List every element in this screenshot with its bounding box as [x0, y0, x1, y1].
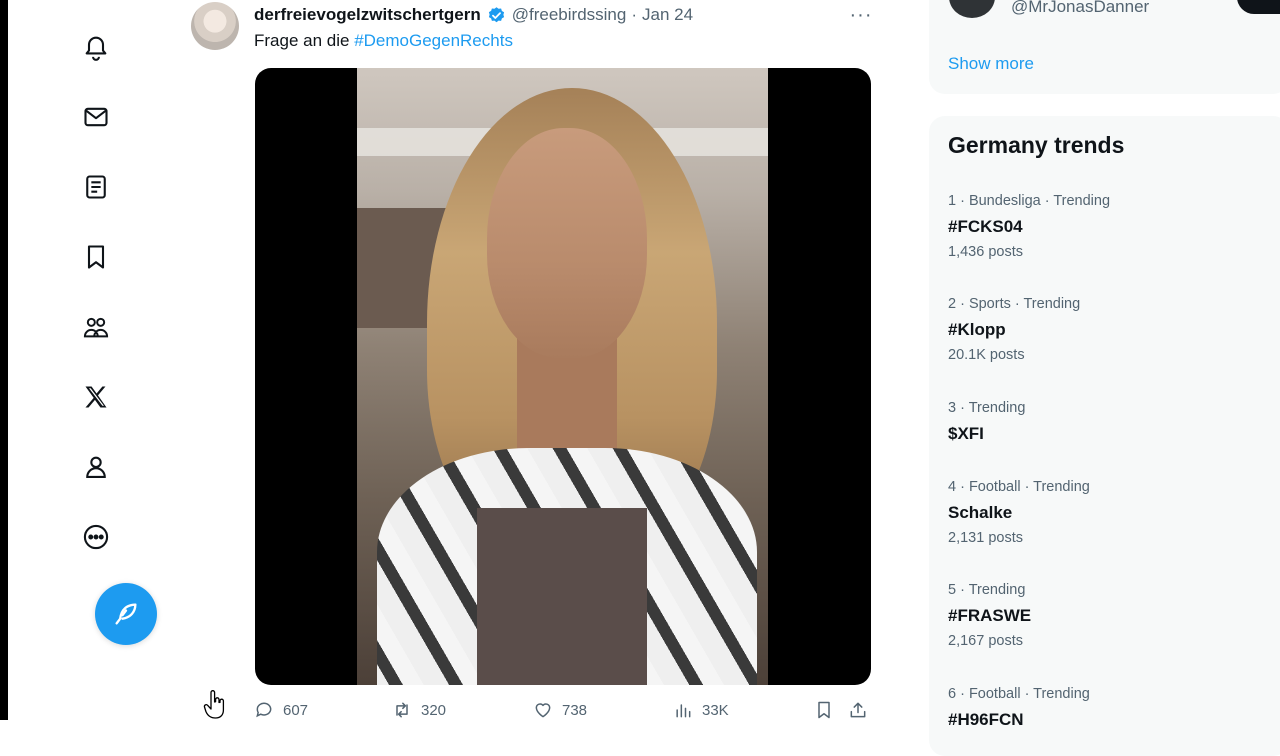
tweet-handle[interactable]: @freebirdssing [512, 5, 627, 25]
nav-more[interactable] [67, 508, 125, 566]
mail-icon [84, 107, 108, 127]
show-more-link[interactable]: Show more [948, 54, 1034, 74]
share-button[interactable] [848, 700, 877, 720]
reply-count: 607 [283, 701, 309, 719]
suggested-user-handle[interactable]: @MrJonasDanner [1011, 0, 1149, 17]
window-edge [0, 0, 8, 720]
tweet-author-avatar[interactable] [191, 2, 239, 50]
nav-lists[interactable] [67, 158, 125, 216]
nav-notifications[interactable] [67, 18, 125, 76]
trend-name: Schalke [948, 503, 1013, 522]
video-person-shirt [477, 508, 647, 685]
trend-meta: 4 · Football · Trending [948, 479, 1090, 495]
verified-badge-icon [488, 6, 504, 22]
trend-name: #Klopp [948, 320, 1006, 339]
list-icon [86, 175, 106, 199]
trend-count: 2,131 posts [948, 530, 1023, 546]
reply-button[interactable]: 607 [254, 700, 308, 720]
trend-item[interactable]: 5 · Trending #FRASWE 2,167 posts [948, 582, 1268, 649]
repost-button[interactable]: 320 [392, 700, 446, 720]
trend-name: #H96FCN [948, 710, 1024, 729]
trend-item[interactable]: 3 · Trending $XFI [948, 400, 1268, 446]
more-circle-icon [83, 524, 109, 550]
x-logo-icon [85, 386, 107, 408]
repost-count: 320 [421, 701, 447, 719]
trend-meta: 2 · Sports · Trending [948, 296, 1081, 312]
trend-count: 20.1K posts [948, 347, 1025, 363]
sidebar-nav [8, 0, 178, 720]
analytics-icon [676, 704, 691, 718]
trend-item[interactable]: 2 · Sports · Trending #Klopp 20.1K posts [948, 296, 1268, 363]
nav-profile[interactable] [67, 438, 125, 496]
trend-count: 1,436 posts [948, 244, 1023, 260]
reply-icon [256, 702, 272, 718]
trend-item[interactable]: 4 · Football · Trending Schalke 2,131 po… [948, 479, 1268, 546]
nav-communities[interactable] [67, 298, 125, 356]
tweet-video[interactable] [255, 68, 871, 685]
trends-title: Germany trends [948, 132, 1125, 158]
trend-meta: 3 · Trending [948, 400, 1026, 416]
hand-cursor-icon [203, 690, 225, 719]
views-button[interactable]: 33K [673, 700, 729, 720]
nav-premium[interactable] [67, 368, 125, 426]
trend-meta: 1 · Bundesliga · Trending [948, 193, 1111, 209]
tweet-date[interactable]: Jan 24 [642, 5, 693, 25]
like-button[interactable]: 738 [533, 700, 587, 720]
like-count: 738 [562, 701, 588, 719]
nav-messages[interactable] [67, 88, 125, 146]
trend-name: #FRASWE [948, 606, 1032, 625]
video-frame-image [357, 68, 768, 685]
tweet-hashtag-link[interactable]: #DemoGegenRechts [354, 31, 513, 50]
bookmark-icon [87, 245, 105, 269]
heart-icon [535, 703, 551, 718]
bookmark-button[interactable] [814, 700, 843, 720]
trend-item[interactable]: 6 · Football · Trending #H96FCN [948, 686, 1268, 732]
trend-meta: 6 · Football · Trending [948, 686, 1090, 702]
tweet-header: derfreievogelzwitschertgern @freebirdssi… [254, 4, 693, 26]
profile-icon [86, 456, 106, 478]
share-icon [850, 702, 866, 718]
trend-meta: 5 · Trending [948, 582, 1026, 598]
tweet-display-name[interactable]: derfreievogelzwitschertgern [254, 5, 481, 25]
trend-name: $XFI [948, 424, 984, 443]
tweet-text-prefix: Frage an die [254, 31, 355, 50]
tweet-separator: · [631, 5, 638, 24]
nav-bookmarks[interactable] [67, 228, 125, 286]
tweet-text: Frage an die #DemoGegenRechts [254, 31, 513, 51]
feather-icon [115, 603, 137, 625]
views-count: 33K [702, 701, 729, 719]
bookmark-icon [818, 701, 830, 719]
trend-item[interactable]: 1 · Bundesliga · Trending #FCKS04 1,436 … [948, 193, 1268, 260]
trend-count: 2,167 posts [948, 633, 1023, 649]
bell-icon [85, 36, 107, 61]
more-horizontal-icon: ··· [849, 3, 873, 26]
repost-icon [396, 702, 408, 718]
communities-icon [83, 317, 109, 338]
trend-name: #FCKS04 [948, 217, 1023, 236]
video-person-face [487, 128, 647, 358]
tweet-more-button[interactable]: ··· [849, 3, 873, 26]
compose-post-button[interactable] [95, 583, 157, 645]
tweet-actions: 607 320 738 33K [254, 700, 874, 724]
